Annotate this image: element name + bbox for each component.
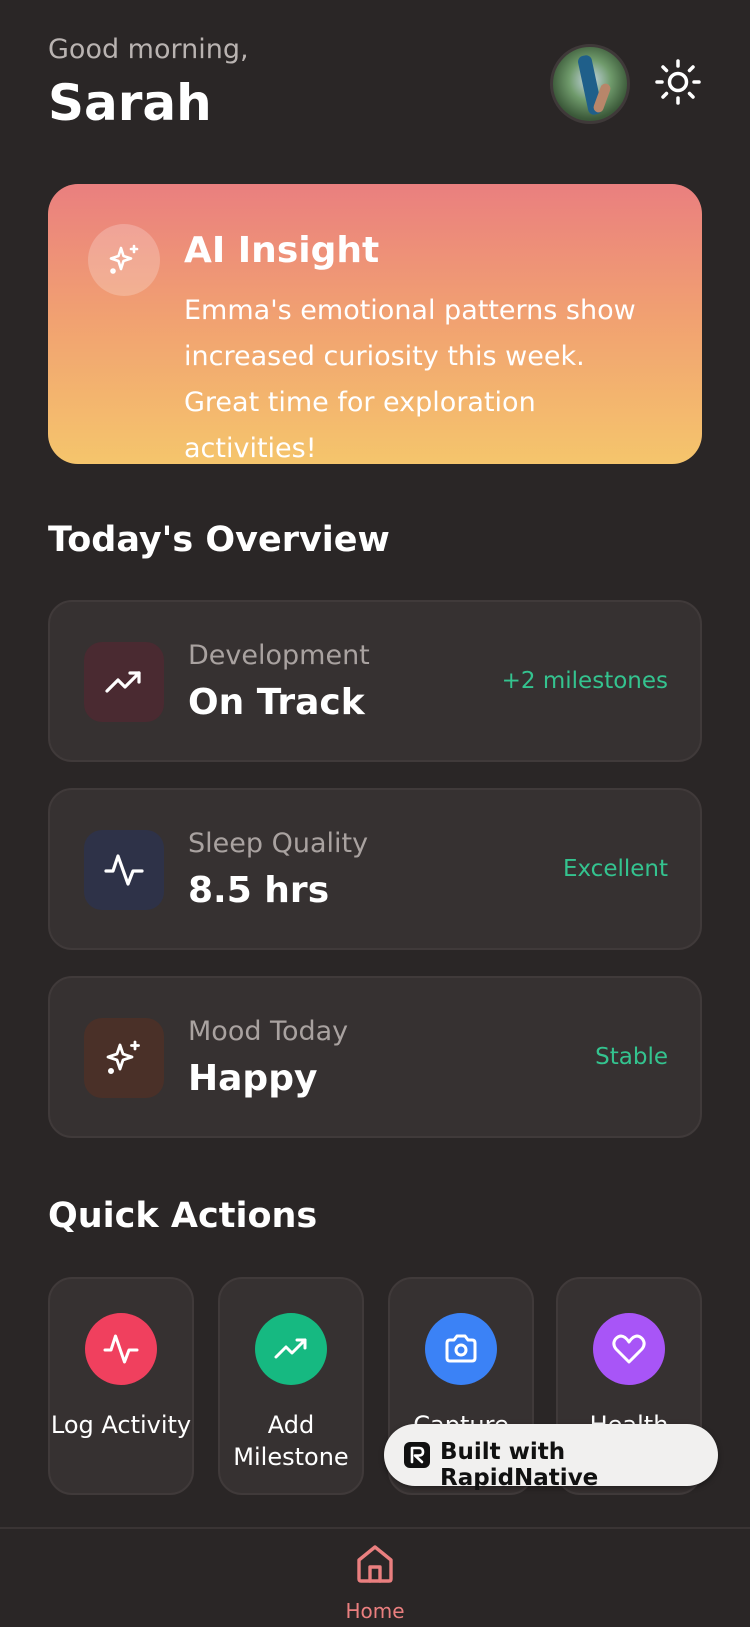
tab-home[interactable]: Home [330,1543,420,1627]
avatar[interactable] [550,44,630,124]
user-name: Sarah [48,74,212,132]
home-icon [357,1545,393,1583]
greeting-text: Good morning, [48,34,249,65]
overview-card-status: +2 milestones [501,668,668,694]
quick-action-label: Log Activity [50,1411,192,1439]
built-with-badge[interactable]: Built with RapidNative [384,1424,718,1491]
trending-up-icon [274,1338,307,1359]
quick-action-icon-circle [425,1313,497,1385]
quick-action-icon-circle [255,1313,327,1385]
overview-title: Today's Overview [48,520,390,560]
heart-icon [612,1334,646,1364]
sun-icon [655,59,701,105]
overview-card-sleep[interactable]: Sleep Quality 8.5 hrs Excellent [48,788,702,950]
built-with-text: Built with RapidNative [440,1439,599,1491]
overview-card-icon-box [84,1018,164,1098]
quick-action-add-milestone[interactable]: Add Milestone [218,1277,364,1495]
quick-action-icon-circle [593,1313,665,1385]
rapidnative-logo-icon [404,1442,430,1468]
quick-actions-title: Quick Actions [48,1196,318,1236]
overview-card-icon-box [84,830,164,910]
activity-icon [103,1334,139,1364]
insight-title: AI Insight [184,230,380,271]
activity-icon [104,854,144,886]
quick-action-log-activity[interactable]: Log Activity [48,1277,194,1495]
quick-action-label: Add Milestone [233,1411,349,1471]
sparkles-icon [109,244,139,274]
camera-icon [445,1334,477,1363]
tab-home-label: Home [345,1599,405,1623]
overview-card-icon-box [84,642,164,722]
bottom-tab-bar: Home [0,1527,750,1626]
overview-card-label: Mood Today [188,1016,349,1047]
overview-card-value: Happy [188,1058,318,1099]
overview-card-label: Sleep Quality [188,828,369,859]
ai-insight-card[interactable]: AI Insight Emma's emotional patterns sho… [48,184,702,464]
trending-up-icon [105,671,141,693]
insight-icon-badge [88,224,160,296]
quick-action-icon-circle [85,1313,157,1385]
theme-toggle-button[interactable] [654,58,702,106]
overview-card-value: 8.5 hrs [188,870,330,911]
overview-card-value: On Track [188,682,365,723]
overview-card-label: Development [188,640,370,671]
insight-body: Emma's emotional patterns show increased… [184,295,636,464]
overview-card-mood[interactable]: Mood Today Happy Stable [48,976,702,1138]
overview-card-development[interactable]: Development On Track +2 milestones [48,600,702,762]
sparkles-icon [106,1040,140,1074]
overview-card-status: Excellent [562,856,668,882]
overview-card-status: Stable [595,1044,668,1070]
